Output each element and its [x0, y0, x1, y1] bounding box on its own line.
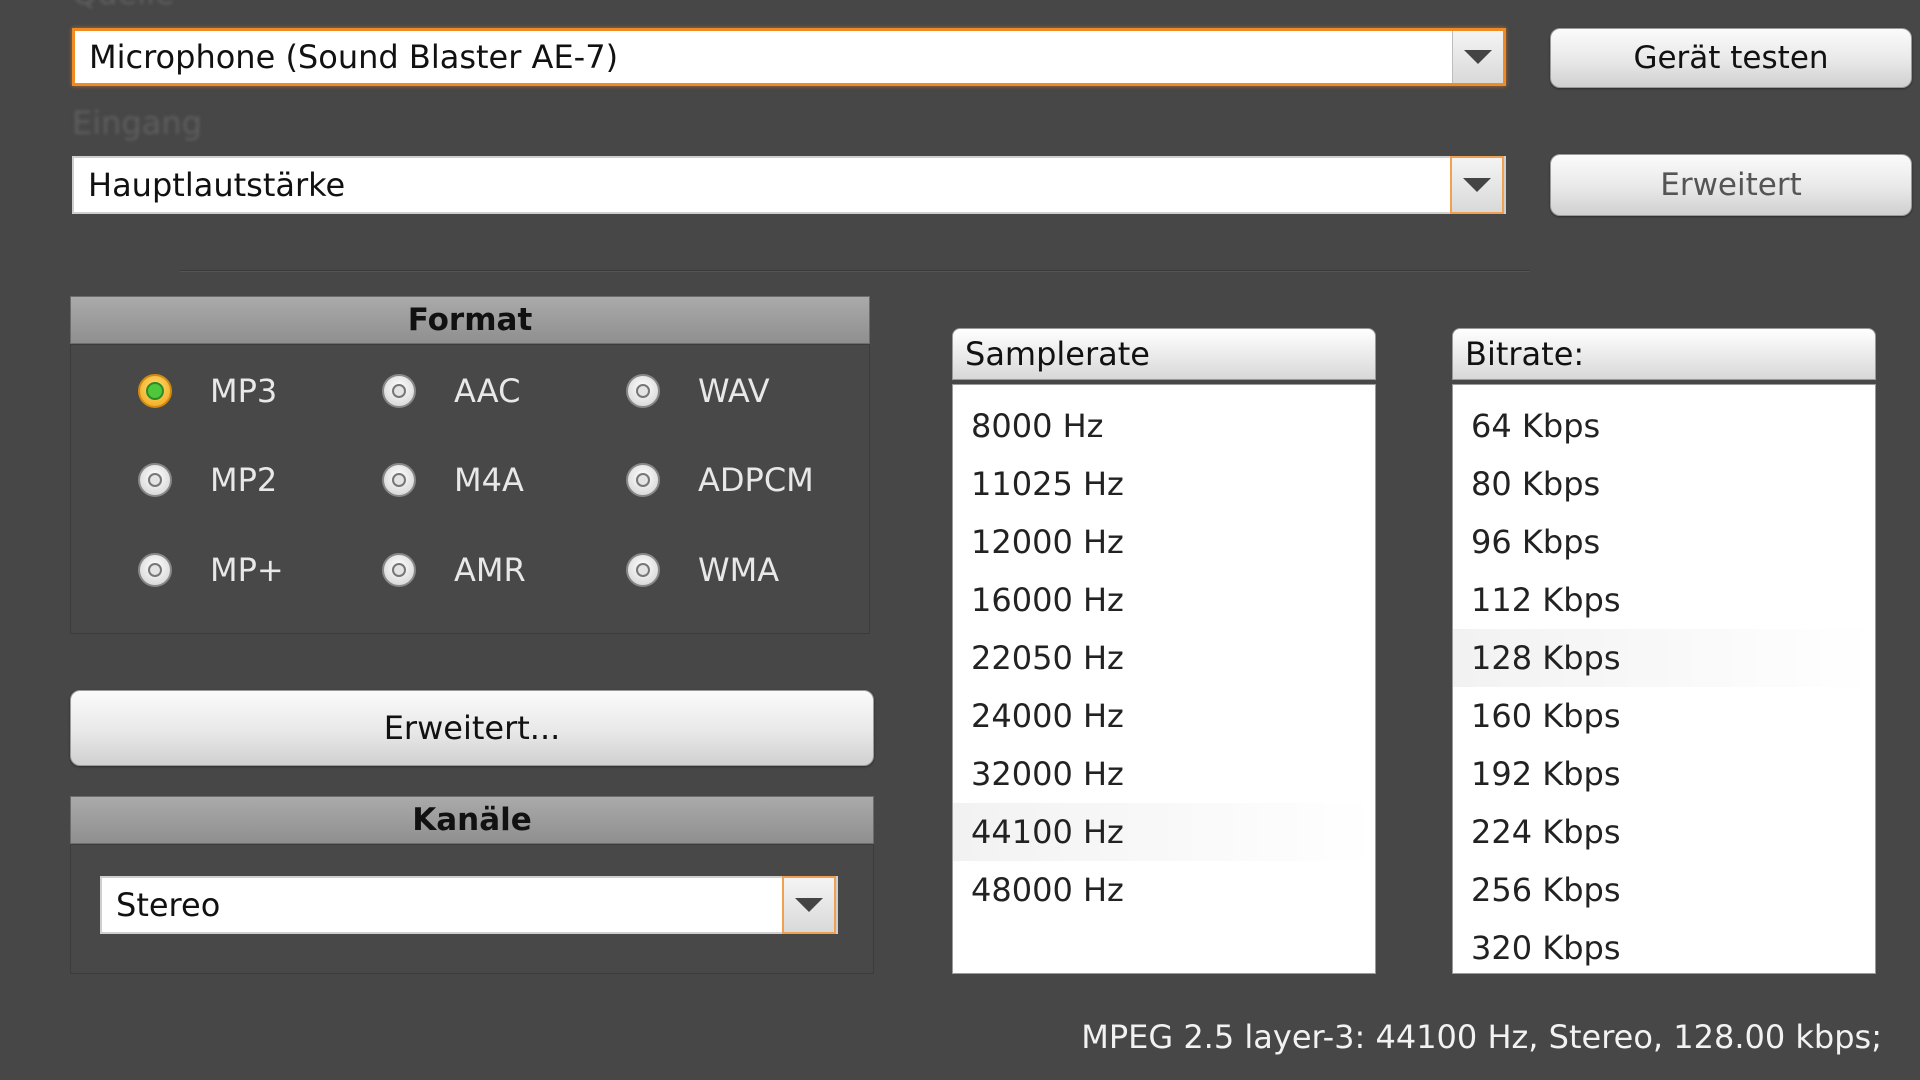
- list-item[interactable]: 12000 Hz: [953, 513, 1375, 571]
- device-combobox-value: Microphone (Sound Blaster AE-7): [89, 38, 619, 76]
- radio-button[interactable]: [138, 553, 172, 587]
- format-option-mp[interactable]: MP+: [138, 551, 284, 589]
- format-option-label: MP3: [210, 372, 278, 410]
- radio-dot-icon: [636, 384, 650, 398]
- list-item[interactable]: 320 Kbps: [1453, 919, 1875, 977]
- input-combobox[interactable]: Hauptlautstärke: [72, 156, 1506, 214]
- status-text: MPEG 2.5 layer-3: 44100 Hz, Stereo, 128.…: [1081, 1018, 1882, 1056]
- list-item[interactable]: 8000 Hz: [953, 397, 1375, 455]
- radio-button[interactable]: [626, 463, 660, 497]
- radio-dot-icon: [148, 473, 162, 487]
- format-option-label: M4A: [454, 461, 524, 499]
- list-item[interactable]: 44100 Hz: [953, 803, 1375, 861]
- format-option-adpcm[interactable]: ADPCM: [626, 461, 814, 499]
- channels-header: Kanäle: [70, 796, 874, 844]
- list-item[interactable]: 192 Kbps: [1453, 745, 1875, 803]
- list-item[interactable]: 256 Kbps: [1453, 861, 1875, 919]
- radio-dot-icon: [148, 563, 162, 577]
- channels-combobox[interactable]: Stereo: [100, 876, 838, 934]
- format-header: Format: [70, 296, 870, 344]
- list-item[interactable]: 128 Kbps: [1453, 629, 1875, 687]
- format-option-label: MP2: [210, 461, 278, 499]
- radio-dot-icon: [636, 563, 650, 577]
- format-option-aac[interactable]: AAC: [382, 372, 520, 410]
- format-option-label: WMA: [698, 551, 780, 589]
- test-device-button[interactable]: Gerät testen: [1550, 28, 1912, 88]
- divider: [180, 270, 1530, 271]
- list-item[interactable]: 224 Kbps: [1453, 803, 1875, 861]
- radio-dot-icon: [392, 473, 406, 487]
- radio-button[interactable]: [382, 463, 416, 497]
- radio-button[interactable]: [138, 463, 172, 497]
- radio-button[interactable]: [626, 553, 660, 587]
- input-label: Eingang: [72, 104, 202, 142]
- list-item[interactable]: 160 Kbps: [1453, 687, 1875, 745]
- format-advanced-button[interactable]: Erweitert...: [70, 690, 874, 766]
- radio-dot-icon: [392, 384, 406, 398]
- list-item[interactable]: 22050 Hz: [953, 629, 1375, 687]
- radio-button[interactable]: [626, 374, 660, 408]
- device-combobox[interactable]: Microphone (Sound Blaster AE-7): [72, 28, 1506, 86]
- format-option-mp2[interactable]: MP2: [138, 461, 277, 499]
- list-item[interactable]: 11025 Hz: [953, 455, 1375, 513]
- bitrate-header: Bitrate:: [1452, 328, 1876, 380]
- radio-dot-icon: [392, 563, 406, 577]
- radio-button[interactable]: [138, 374, 172, 408]
- input-combobox-value: Hauptlautstärke: [88, 166, 346, 204]
- format-option-mp3[interactable]: MP3: [138, 372, 277, 410]
- list-item[interactable]: 24000 Hz: [953, 687, 1375, 745]
- chevron-down-icon[interactable]: [1450, 156, 1504, 214]
- chevron-down-icon[interactable]: [1452, 31, 1503, 83]
- samplerate-header: Samplerate: [952, 328, 1376, 380]
- format-option-label: AAC: [454, 372, 521, 410]
- list-item[interactable]: 64 Kbps: [1453, 397, 1875, 455]
- format-option-amr[interactable]: AMR: [382, 551, 526, 589]
- format-option-wav[interactable]: WAV: [626, 372, 770, 410]
- list-item[interactable]: 80 Kbps: [1453, 455, 1875, 513]
- list-item[interactable]: 112 Kbps: [1453, 571, 1875, 629]
- input-advanced-button[interactable]: Erweitert: [1550, 154, 1912, 216]
- radio-dot-icon: [146, 382, 164, 400]
- device-label: Quelle: [72, 0, 175, 12]
- list-item[interactable]: 32000 Hz: [953, 745, 1375, 803]
- radio-dot-icon: [636, 473, 650, 487]
- channels-combobox-value: Stereo: [116, 886, 221, 924]
- chevron-down-icon[interactable]: [782, 876, 836, 934]
- radio-button[interactable]: [382, 553, 416, 587]
- samplerate-list: 8000 Hz 11025 Hz 12000 Hz 16000 Hz 22050 Hz 2…: [952, 384, 1376, 974]
- format-option-label: WAV: [698, 372, 770, 410]
- format-option-label: ADPCM: [698, 461, 814, 499]
- format-option-label: AMR: [454, 551, 526, 589]
- bitrate-list: 64 Kbps 80 Kbps 96 Kbps 112 Kbps 128 Kbps 160…: [1452, 384, 1876, 974]
- format-option-m4a[interactable]: M4A: [382, 461, 524, 499]
- list-item[interactable]: 48000 Hz: [953, 861, 1375, 919]
- format-option-wma[interactable]: WMA: [626, 551, 779, 589]
- format-option-label: MP+: [210, 551, 284, 589]
- list-item[interactable]: 96 Kbps: [1453, 513, 1875, 571]
- radio-button[interactable]: [382, 374, 416, 408]
- list-item[interactable]: 16000 Hz: [953, 571, 1375, 629]
